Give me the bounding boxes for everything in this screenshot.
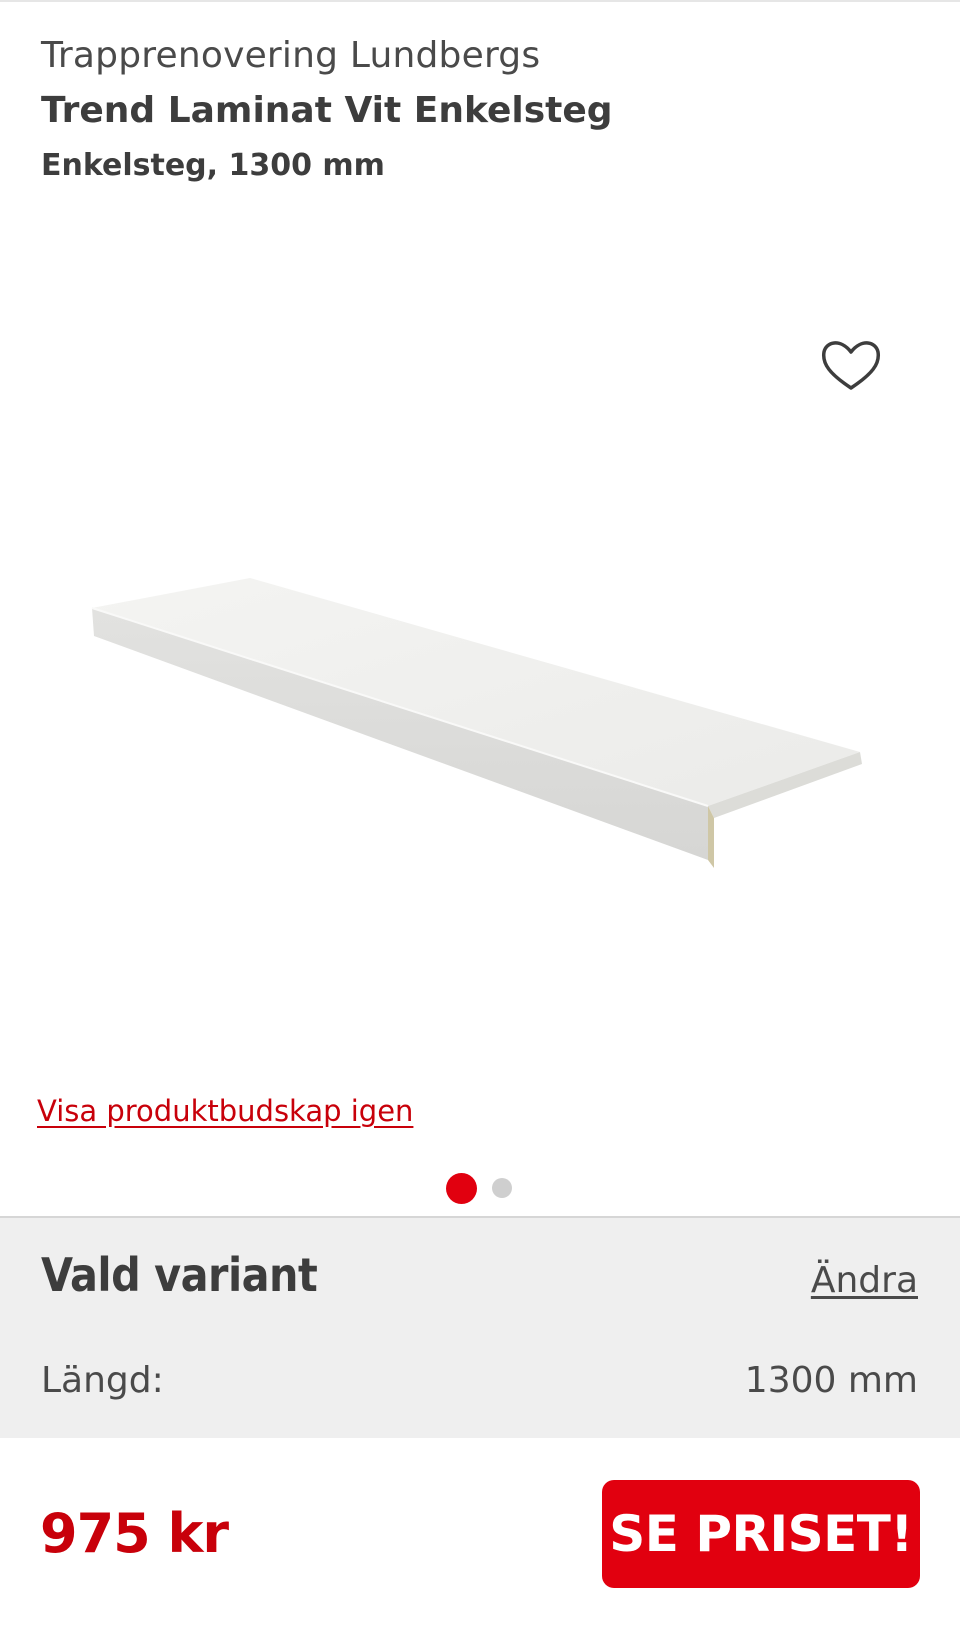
carousel-dot-active[interactable] bbox=[446, 1173, 477, 1204]
carousel-dot[interactable] bbox=[492, 1178, 512, 1198]
top-divider bbox=[0, 0, 960, 2]
length-value: 1300 mm bbox=[744, 1360, 918, 1401]
show-product-message-link[interactable]: Visa produktbudskap igen bbox=[37, 1094, 413, 1128]
selected-variant-panel: Vald variant Ändra Längd: 1300 mm bbox=[0, 1216, 960, 1438]
variant-heading: Vald variant bbox=[41, 1248, 318, 1302]
favorite-button[interactable] bbox=[818, 332, 884, 398]
product-header: Trapprenovering Lundbergs Trend Laminat … bbox=[41, 32, 921, 188]
product-subtitle: Enkelsteg, 1300 mm bbox=[41, 148, 385, 183]
length-label: Längd: bbox=[41, 1360, 164, 1401]
product-brand: Trapprenovering Lundbergs bbox=[41, 35, 541, 76]
heart-outline-icon bbox=[821, 341, 881, 390]
product-title: Trend Laminat Vit Enkelsteg bbox=[41, 90, 613, 131]
change-variant-link[interactable]: Ändra bbox=[811, 1260, 918, 1301]
product-image[interactable] bbox=[80, 560, 880, 880]
product-price: 975 kr bbox=[40, 1502, 229, 1565]
see-price-button[interactable]: SE PRISET! bbox=[602, 1480, 920, 1588]
